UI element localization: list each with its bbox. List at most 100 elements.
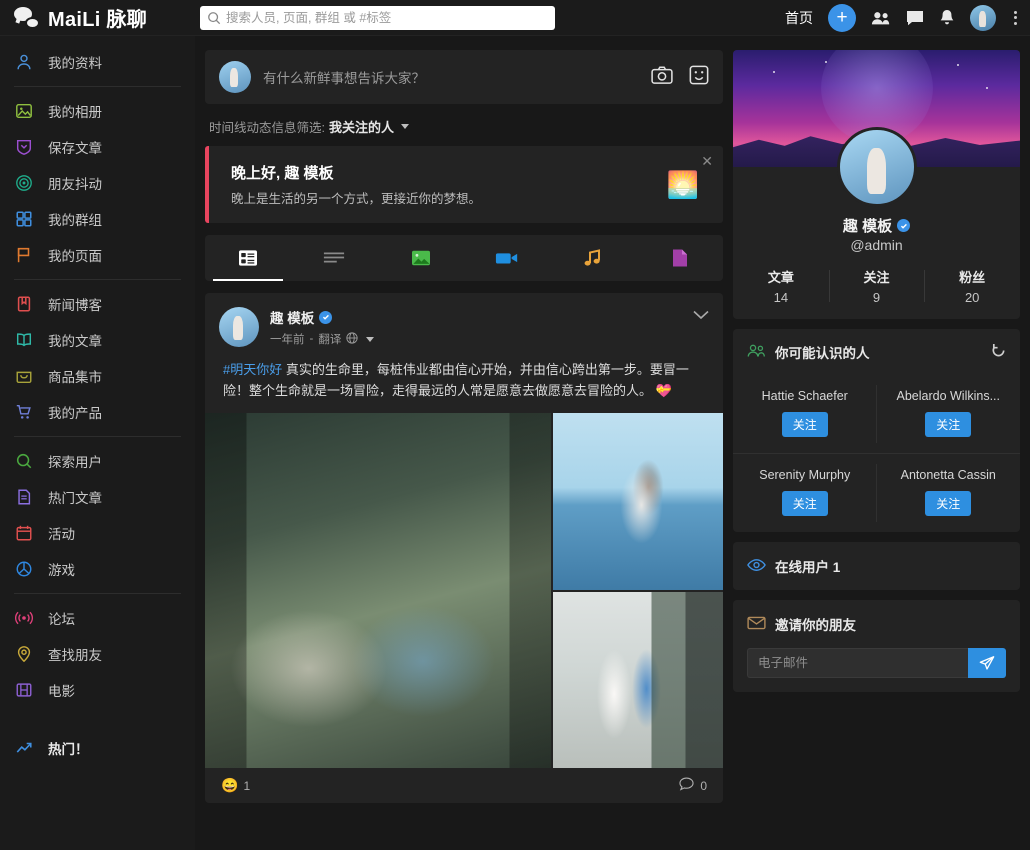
sidebar-item-news-blog[interactable]: 新闻博客 bbox=[0, 286, 195, 322]
user-icon bbox=[14, 52, 34, 72]
post-image-primary[interactable] bbox=[205, 413, 551, 768]
follow-button[interactable]: 关注 bbox=[925, 412, 971, 437]
sidebar-item-games[interactable]: 游戏 bbox=[0, 551, 195, 587]
sidebar-item-albums[interactable]: 我的相册 bbox=[0, 93, 195, 129]
refresh-icon[interactable] bbox=[991, 343, 1006, 361]
follow-button[interactable]: 关注 bbox=[782, 491, 828, 516]
game-icon bbox=[14, 559, 34, 579]
stat-posts[interactable]: 文章 14 bbox=[733, 267, 829, 305]
sidebar-item-label: 查找朋友 bbox=[48, 644, 102, 664]
post-collapse-chevron-icon[interactable] bbox=[693, 307, 709, 325]
calendar-icon bbox=[14, 523, 34, 543]
eye-icon bbox=[747, 558, 766, 575]
notifications-icon[interactable] bbox=[939, 9, 955, 27]
profile-avatar[interactable] bbox=[837, 127, 917, 207]
profile-name[interactable]: 趣 模板 bbox=[843, 215, 892, 236]
brand-logo-area[interactable]: MaiLi 脉聊 bbox=[0, 3, 195, 32]
online-users-row: 在线用户 1 bbox=[733, 542, 1020, 590]
cart-icon bbox=[14, 402, 34, 422]
sidebar-item-saved[interactable]: 保存文章 bbox=[0, 129, 195, 165]
post-options-caret-icon[interactable] bbox=[366, 337, 374, 342]
follow-button[interactable]: 关注 bbox=[782, 412, 828, 437]
tab-video[interactable] bbox=[464, 235, 550, 281]
sidebar-item-my-products[interactable]: 我的产品 bbox=[0, 394, 195, 430]
tab-music[interactable] bbox=[550, 235, 636, 281]
send-invite-button[interactable] bbox=[968, 648, 1006, 678]
sidebar-item-groups[interactable]: 我的群组 bbox=[0, 201, 195, 237]
post-image-tertiary[interactable] bbox=[553, 592, 723, 769]
sidebar-item-forum[interactable]: 论坛 bbox=[0, 600, 195, 636]
suggestions-card: 你可能认识的人 Hattie Schaefer 关注 Abelardo Wilk… bbox=[733, 329, 1020, 532]
close-icon[interactable]: ✕ bbox=[701, 154, 713, 168]
stat-followers[interactable]: 粉丝 20 bbox=[924, 267, 1020, 305]
camera-icon[interactable] bbox=[651, 66, 673, 89]
sidebar-item-explore-users[interactable]: 探索用户 bbox=[0, 443, 195, 479]
sidebar-item-label: 热门文章 bbox=[48, 487, 102, 507]
invite-header: 邀请你的朋友 bbox=[733, 600, 1020, 648]
music-note-icon bbox=[582, 248, 604, 268]
post-author-name[interactable]: 趣 模板 bbox=[270, 307, 314, 327]
invite-email-input[interactable] bbox=[747, 648, 968, 678]
suggested-person: Serenity Murphy 关注 bbox=[733, 454, 877, 532]
sidebar-item-pages[interactable]: 我的页面 bbox=[0, 237, 195, 273]
sidebar-item-popular-articles[interactable]: 热门文章 bbox=[0, 479, 195, 515]
friends-icon[interactable] bbox=[871, 10, 891, 26]
stat-following[interactable]: 关注 9 bbox=[829, 267, 925, 305]
sidebar-item-marketplace[interactable]: 商品集市 bbox=[0, 358, 195, 394]
current-user-avatar[interactable] bbox=[970, 5, 996, 31]
messages-icon[interactable] bbox=[906, 10, 924, 26]
home-link[interactable]: 首页 bbox=[785, 8, 813, 28]
people-group-icon bbox=[747, 343, 766, 361]
suggested-person-name[interactable]: Antonetta Cassin bbox=[883, 468, 1015, 482]
broadcast-icon bbox=[14, 608, 34, 628]
post-header: 趣 模板 一年前 - 翻译 bbox=[205, 293, 723, 355]
target-icon bbox=[14, 173, 34, 193]
sticker-icon[interactable] bbox=[689, 65, 709, 90]
post-comments[interactable]: 0 bbox=[679, 777, 707, 794]
sidebar-item-movies[interactable]: 电影 bbox=[0, 672, 195, 708]
sidebar-item-trending[interactable]: 热门！ bbox=[0, 730, 195, 766]
image-icon bbox=[411, 249, 431, 267]
profile-card: 趣 模板 @admin 文章 14 关注 9 粉 bbox=[733, 50, 1020, 319]
sidebar-item-friend-activity[interactable]: 朋友抖动 bbox=[0, 165, 195, 201]
verified-badge-icon bbox=[319, 311, 332, 324]
sidebar-item-find-friends[interactable]: 查找朋友 bbox=[0, 636, 195, 672]
suggested-person-name[interactable]: Serenity Murphy bbox=[739, 468, 871, 482]
tab-file[interactable] bbox=[637, 235, 723, 281]
post-image-secondary[interactable] bbox=[553, 413, 723, 590]
send-icon bbox=[979, 655, 995, 671]
suggested-person-name[interactable]: Abelardo Wilkins... bbox=[883, 389, 1015, 403]
filter-label: 时间线动态信息筛选: bbox=[209, 117, 325, 136]
create-button[interactable]: + bbox=[828, 4, 856, 32]
text-lines-icon bbox=[323, 250, 345, 266]
filter-value[interactable]: 我关注的人 bbox=[329, 117, 394, 136]
post-translate-link[interactable]: 翻译 bbox=[318, 331, 341, 347]
tab-image[interactable] bbox=[378, 235, 464, 281]
timeline-filter[interactable]: 时间线动态信息筛选: 我关注的人 bbox=[205, 104, 723, 146]
composer-placeholder[interactable]: 有什么新鲜事想告诉大家？ bbox=[263, 67, 639, 87]
online-users-card[interactable]: 在线用户 1 bbox=[733, 542, 1020, 590]
suggested-person-name[interactable]: Hattie Schaefer bbox=[739, 389, 871, 403]
sidebar-item-label: 保存文章 bbox=[48, 137, 102, 157]
search-input[interactable] bbox=[200, 6, 555, 30]
post-author-avatar[interactable] bbox=[219, 307, 259, 347]
post-composer[interactable]: 有什么新鲜事想告诉大家？ bbox=[205, 50, 723, 104]
sidebar-divider bbox=[14, 279, 181, 280]
post-body-text: 真实的生命里，每桩伟业都由信心开始，并由信心跨出第一步。要冒一险！整个生命就是一… bbox=[223, 362, 689, 398]
flag-icon bbox=[14, 245, 34, 265]
post-reactions[interactable]: 😄 1 bbox=[221, 777, 250, 794]
chevron-down-icon[interactable] bbox=[401, 124, 409, 129]
more-options-icon[interactable] bbox=[1011, 11, 1020, 25]
search-users-icon bbox=[14, 451, 34, 471]
tab-feed[interactable] bbox=[205, 235, 291, 281]
stat-value: 9 bbox=[829, 290, 925, 305]
feed-list-icon bbox=[238, 249, 258, 267]
tab-text[interactable] bbox=[291, 235, 377, 281]
follow-button[interactable]: 关注 bbox=[925, 491, 971, 516]
stat-label: 文章 bbox=[733, 267, 829, 286]
sidebar-item-events[interactable]: 活动 bbox=[0, 515, 195, 551]
sidebar-item-profile[interactable]: 我的资料 bbox=[0, 44, 195, 80]
shop-bag-icon bbox=[14, 366, 34, 386]
post-hashtag[interactable]: #明天你好 bbox=[223, 362, 282, 377]
sidebar-item-my-articles[interactable]: 我的文章 bbox=[0, 322, 195, 358]
